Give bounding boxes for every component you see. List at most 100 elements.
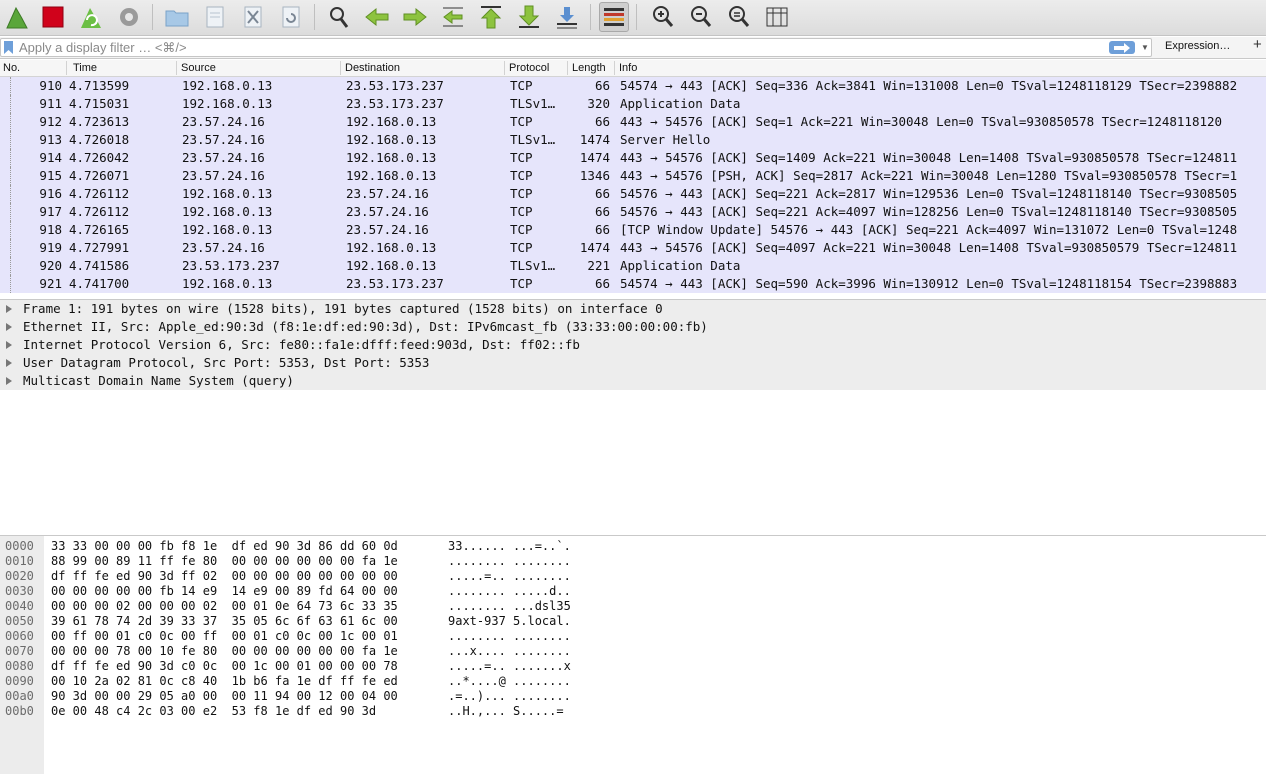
hex-row[interactable]: 0040 00 00 00 02 00 00 00 02 00 01 0e 64 … [0,599,1266,614]
column-header-length[interactable]: Length [572,62,606,74]
autoscroll-icon [557,7,577,29]
column-header-time[interactable]: Time [73,62,97,74]
column-divider[interactable] [176,61,177,75]
detail-tree-item[interactable]: User Datagram Protocol, Src Port: 5353, … [0,354,1266,372]
packet-length-cell: 66 [594,222,610,237]
packet-row[interactable]: 913 4.726018 23.57.24.16 192.168.0.13 TLSv1…… [0,131,1266,149]
expand-triangle-icon[interactable] [6,377,12,385]
detail-tree-item[interactable]: Frame 1: 191 bytes on wire (1528 bits), … [0,300,1266,318]
expand-triangle-icon[interactable] [6,359,12,367]
detail-tree-item[interactable]: Multicast Domain Name System (query) [0,372,1266,390]
column-divider[interactable] [66,61,67,75]
detail-tree-item[interactable]: Ethernet II, Src: Apple_ed:90:3d (f8:1e:… [0,318,1266,336]
hex-offset: 0060 [5,629,34,643]
toolbar-separator [590,4,591,30]
close-file-button[interactable] [238,2,268,32]
column-divider[interactable] [614,61,615,75]
bookmark-icon[interactable] [4,41,13,54]
hex-row[interactable]: 00a0 90 3d 00 00 29 05 a0 00 00 11 94 00 … [0,689,1266,704]
open-file-button[interactable] [162,2,192,32]
packet-row[interactable]: 910 4.713599 192.168.0.13 23.53.173.237 TCP 6… [0,77,1266,95]
hex-row[interactable]: 0000 33 33 00 00 00 fb f8 1e df ed 90 3d … [0,539,1266,554]
magnifier-icon [330,7,349,28]
packet-time-cell: 4.723613 [69,114,130,129]
hex-row[interactable]: 0080 df ff fe ed 90 3d c0 0c 00 1c 00 01 … [0,659,1266,674]
packet-row[interactable]: 914 4.726042 23.57.24.16 192.168.0.13 TCP 147… [0,149,1266,167]
packet-time-cell: 4.726112 [69,186,130,201]
hex-row[interactable]: 0090 00 10 2a 02 81 0c c8 40 1b b6 fa 1e … [0,674,1266,689]
packet-number-cell: 919 [39,240,62,255]
packet-row[interactable]: 920 4.741586 23.53.173.237 192.168.0.13 TLSv… [0,257,1266,275]
find-packet-button[interactable] [324,2,354,32]
hex-ascii: ...x.... ........ [448,644,571,658]
display-filter-input[interactable] [19,39,1099,56]
packet-source-cell: 192.168.0.13 [182,78,273,93]
column-header-info[interactable]: Info [619,62,637,74]
hex-row[interactable]: 0020 df ff fe ed 90 3d ff 02 00 00 00 00 … [0,569,1266,584]
column-header-no[interactable]: No. [3,62,20,74]
resize-columns-button[interactable] [762,2,792,32]
reload-file-button[interactable] [276,2,306,32]
expand-triangle-icon[interactable] [6,323,12,331]
packet-row[interactable]: 915 4.726071 23.57.24.16 192.168.0.13 TCP 134… [0,167,1266,185]
detail-tree-item[interactable]: Internet Protocol Version 6, Src: fe80::… [0,336,1266,354]
packet-protocol-cell: TCP [510,222,533,237]
hex-bytes: 33 33 00 00 00 fb f8 1e df ed 90 3d 86 d… [51,539,398,553]
column-divider[interactable] [340,61,341,75]
close-icon [244,6,262,28]
packet-row[interactable]: 916 4.726112 192.168.0.13 23.57.24.16 TCP 66 5… [0,185,1266,203]
filter-history-dropdown[interactable]: ▼ [1139,42,1151,54]
column-header-destination[interactable]: Destination [345,62,400,74]
packet-row[interactable]: 912 4.723613 23.57.24.16 192.168.0.13 TCP 66 4… [0,113,1266,131]
packet-time-cell: 4.726071 [69,168,130,183]
normal-size-button[interactable] [724,2,754,32]
packet-row[interactable]: 918 4.726165 192.168.0.13 23.57.24.16 TCP 66 [… [0,221,1266,239]
hex-row[interactable]: 0030 00 00 00 00 00 fb 14 e9 14 e9 00 89 … [0,584,1266,599]
packet-number-cell: 917 [39,204,62,219]
capture-options-button[interactable] [114,2,144,32]
packet-row[interactable]: 919 4.727991 23.57.24.16 192.168.0.13 TCP 147… [0,239,1266,257]
hex-row[interactable]: 0060 00 ff 00 01 c0 0c 00 ff 00 01 c0 0c … [0,629,1266,644]
add-filter-button[interactable]: + [1253,36,1262,53]
hex-offset: 0070 [5,644,34,658]
start-capture-button[interactable] [2,2,32,32]
restart-capture-button[interactable] [76,2,106,32]
colorize-button[interactable] [599,2,629,32]
go-to-last-packet-button[interactable] [514,2,544,32]
expand-triangle-icon[interactable] [6,341,12,349]
reload-icon [282,6,300,28]
autoscroll-button[interactable] [552,2,582,32]
expression-button[interactable]: Expression… [1165,40,1230,52]
hex-row[interactable]: 00b0 0e 00 48 c4 2c 03 00 e2 53 f8 1e df … [0,704,1266,719]
hex-row[interactable]: 0070 00 00 00 78 00 10 fe 80 00 00 00 00 … [0,644,1266,659]
main-toolbar [0,0,1266,36]
go-to-packet-button[interactable] [438,2,468,32]
packet-protocol-cell: TCP [510,150,533,165]
apply-filter-button[interactable] [1109,41,1135,54]
expand-triangle-icon[interactable] [6,305,12,313]
packet-row[interactable]: 921 4.741700 192.168.0.13 23.53.173.237 TCP 6… [0,275,1266,293]
go-forward-button[interactable] [400,2,430,32]
hex-offset: 0080 [5,659,34,673]
packet-protocol-cell: TCP [510,114,533,129]
packet-row[interactable]: 917 4.726112 192.168.0.13 23.57.24.16 TCP 66 5… [0,203,1266,221]
packet-protocol-cell: TCP [510,240,533,255]
packet-bytes-pane: 0000 33 33 00 00 00 fb f8 1e df ed 90 3d … [0,535,1266,774]
packet-row[interactable]: 911 4.715031 192.168.0.13 23.53.173.237 TLSv… [0,95,1266,113]
column-header-protocol[interactable]: Protocol [509,62,549,74]
column-header-source[interactable]: Source [181,62,216,74]
column-divider[interactable] [504,61,505,75]
go-to-first-packet-button[interactable] [476,2,506,32]
hex-row[interactable]: 0050 39 61 78 74 2d 39 33 37 35 05 6c 6f … [0,614,1266,629]
arrow-right-icon [403,7,427,27]
stop-capture-button[interactable] [38,2,68,32]
hex-row[interactable]: 0010 88 99 00 89 11 ff fe 80 00 00 00 00 … [0,554,1266,569]
column-divider[interactable] [567,61,568,75]
packet-length-cell: 1474 [579,150,610,165]
go-back-button[interactable] [362,2,392,32]
zoom-in-icon [653,6,674,27]
zoom-out-button[interactable] [686,2,716,32]
save-file-button[interactable] [200,2,230,32]
hex-offset: 00b0 [5,704,34,718]
zoom-in-button[interactable] [648,2,678,32]
